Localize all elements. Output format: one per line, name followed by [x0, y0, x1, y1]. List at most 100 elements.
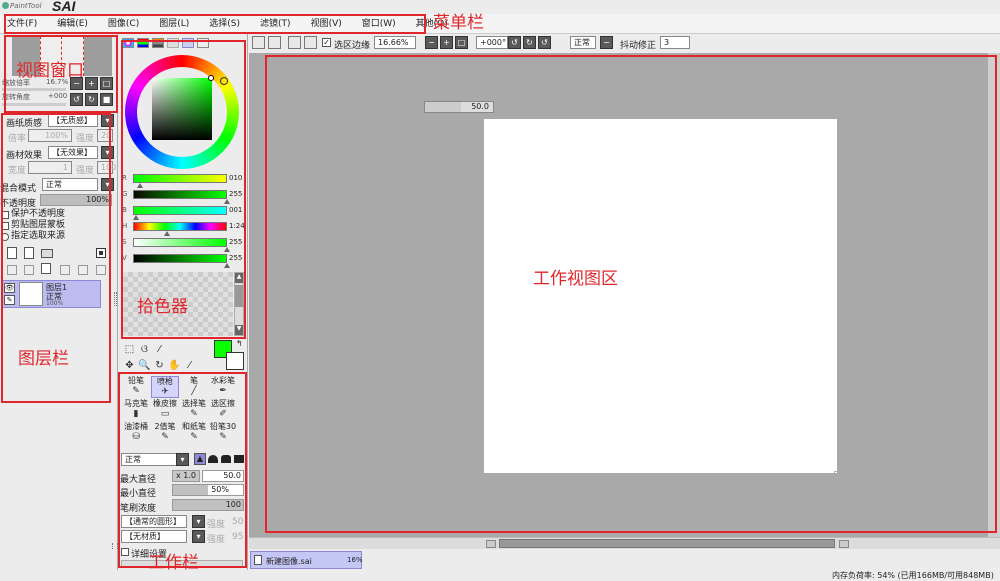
shape-soft3-icon[interactable]: [234, 455, 244, 463]
rotate-left-button[interactable]: ↺: [508, 36, 521, 49]
strength2-field[interactable]: 100: [97, 161, 116, 174]
menu-item-1[interactable]: 编辑(E): [57, 14, 88, 34]
blend-mode-dropdown[interactable]: ▾: [101, 178, 114, 191]
menu-item-5[interactable]: 滤镜(T): [260, 14, 291, 34]
new-layer-icon[interactable]: [7, 247, 17, 259]
brush-marker[interactable]: 马克笔 ▮: [122, 399, 150, 421]
scratch-scrollbar[interactable]: ▲ ▼: [234, 272, 244, 336]
brush-texture-select[interactable]: 【无材质】: [121, 530, 187, 543]
nav-zoom-in-button[interactable]: +: [85, 77, 98, 90]
strength-field[interactable]: 20: [97, 129, 113, 142]
new-layer-set-icon[interactable]: [24, 247, 34, 259]
nav-rotate-left-button[interactable]: ↺: [70, 93, 83, 106]
brush-washi-pen[interactable]: 和纸笔 ✎: [180, 422, 208, 444]
brush-airbrush[interactable]: 喷枪 ✈: [151, 376, 179, 398]
shape-soft1-icon[interactable]: [208, 455, 218, 463]
max-size-slider[interactable]: 50.0: [202, 470, 244, 482]
channel-thumb[interactable]: [224, 247, 230, 252]
canvas-h-scroll-right-button[interactable]: [839, 540, 849, 548]
layer-row[interactable]: 👁 ✎ 图层1 正常 100%: [1, 280, 101, 308]
middle-splitter[interactable]: [112, 543, 118, 549]
rotate-reset-button[interactable]: ↺: [538, 36, 551, 49]
rgb-slider-mode-icon[interactable]: [137, 38, 149, 48]
opacity-slider[interactable]: 100%: [40, 194, 112, 206]
max-size-mult-button[interactable]: x 1.0: [172, 470, 200, 482]
scale-field[interactable]: 100%: [28, 129, 72, 142]
nav-rotate-slider[interactable]: [2, 103, 66, 106]
channel-slider-s[interactable]: [133, 238, 227, 247]
brush-binary-pen[interactable]: 2值笔 ✎: [151, 422, 179, 444]
paper-effect-dropdown[interactable]: ▾: [101, 146, 114, 159]
nav-rotate-reset-button[interactable]: ■: [100, 93, 113, 106]
lasso-icon[interactable]: ଓ: [138, 343, 151, 356]
canvas-viewport[interactable]: 50.0: [249, 53, 1000, 537]
canvas-h-scroll-thumb[interactable]: [499, 539, 835, 548]
channel-thumb[interactable]: [136, 183, 143, 188]
layer-props-icon[interactable]: [78, 265, 88, 275]
menu-item-3[interactable]: 图层(L): [159, 14, 189, 34]
brush-eraser[interactable]: 橡皮擦 ▭: [151, 399, 179, 421]
merge-down-icon[interactable]: [24, 265, 34, 275]
move-icon[interactable]: ✥: [123, 359, 136, 372]
density-slider[interactable]: 100: [172, 499, 244, 511]
swap-colors-icon[interactable]: ↰: [236, 339, 243, 348]
channel-thumb[interactable]: [224, 263, 230, 268]
panel-splitter[interactable]: [114, 292, 117, 306]
canvas-h-scrollbar[interactable]: [249, 537, 1000, 549]
blend-select[interactable]: 正常: [570, 36, 596, 49]
zoom-field[interactable]: 16.66%: [374, 36, 416, 49]
scroll-thumb[interactable]: [235, 285, 243, 307]
layer-option-checkbox[interactable]: [1, 222, 9, 230]
layer-option-2[interactable]: 指定选取来源: [0, 231, 110, 242]
channel-slider-h[interactable]: [133, 222, 227, 231]
canvas-h-scroll-left-button[interactable]: [486, 540, 496, 548]
zoom-out-button[interactable]: −: [425, 36, 438, 49]
menu-item-4[interactable]: 选择(S): [209, 14, 240, 34]
brush-texture-dropdown[interactable]: ▾: [192, 530, 205, 543]
stabilizer-select[interactable]: 3: [660, 36, 690, 49]
secondary-color-swatch[interactable]: [226, 352, 244, 370]
delete-layer-icon[interactable]: [60, 265, 70, 275]
zoom-reset-button[interactable]: □: [455, 36, 468, 49]
folder-icon[interactable]: [41, 249, 53, 258]
paper-texture-dropdown[interactable]: ▾: [101, 114, 114, 127]
hsv-slider-mode-icon[interactable]: [152, 38, 164, 48]
detail-checkbox[interactable]: [121, 548, 129, 556]
visibility-eye-icon[interactable]: 👁: [4, 283, 15, 293]
clear-layer-icon[interactable]: [41, 263, 51, 274]
flip-h-button[interactable]: [252, 36, 265, 49]
nav-rotate-right-button[interactable]: ↻: [85, 93, 98, 106]
lock-brush-icon[interactable]: ✎: [4, 295, 15, 305]
nav-zoom-slider[interactable]: [2, 88, 66, 91]
channel-thumb[interactable]: [224, 199, 230, 204]
zoom-in-button[interactable]: +: [440, 36, 453, 49]
brush-watercolor[interactable]: 水彩笔 ✒: [209, 376, 237, 398]
transfer-down-icon[interactable]: [7, 265, 17, 275]
eyedropper-icon[interactable]: ⁄: [183, 359, 196, 372]
brush-shape-dropdown[interactable]: ▾: [192, 515, 205, 528]
paper-texture-select[interactable]: 【无质感】: [48, 114, 98, 127]
menu-item-2[interactable]: 图像(C): [108, 14, 139, 34]
channel-slider-g[interactable]: [133, 190, 227, 199]
layer-option-0[interactable]: 保护不透明度: [0, 209, 110, 220]
color-wheel-mode-icon[interactable]: [122, 38, 134, 48]
channel-slider-b[interactable]: [133, 206, 227, 215]
brush-pen[interactable]: 笔 ╱: [180, 376, 208, 398]
brush-select-pen[interactable]: 选择笔 ✎: [180, 399, 208, 421]
layer-option-1[interactable]: 剪贴图层蒙板: [0, 220, 110, 231]
zoom-icon[interactable]: 🔍: [138, 359, 151, 372]
layer-option-checkbox[interactable]: [1, 211, 9, 219]
menu-item-6[interactable]: 视图(V): [311, 14, 342, 34]
blend-dropdown-button[interactable]: −: [600, 36, 613, 49]
min-size-slider[interactable]: 50%: [172, 484, 244, 496]
document-tab[interactable]: 新建图像.sai 16%: [250, 551, 363, 569]
rotate-right-button[interactable]: ↻: [523, 36, 536, 49]
channel-slider-v[interactable]: [133, 254, 227, 263]
canvas-v-scrollbar[interactable]: [988, 53, 1000, 537]
rotate-icon[interactable]: ↻: [153, 359, 166, 372]
paper-effect-select[interactable]: 【无效果】: [48, 146, 98, 159]
channel-slider-r[interactable]: [133, 174, 227, 183]
selection-edge-checkbox[interactable]: ✓: [322, 38, 331, 47]
brush-pencil[interactable]: 铅笔 ✎: [122, 376, 150, 398]
rect-select-icon[interactable]: ⬚: [123, 343, 136, 356]
